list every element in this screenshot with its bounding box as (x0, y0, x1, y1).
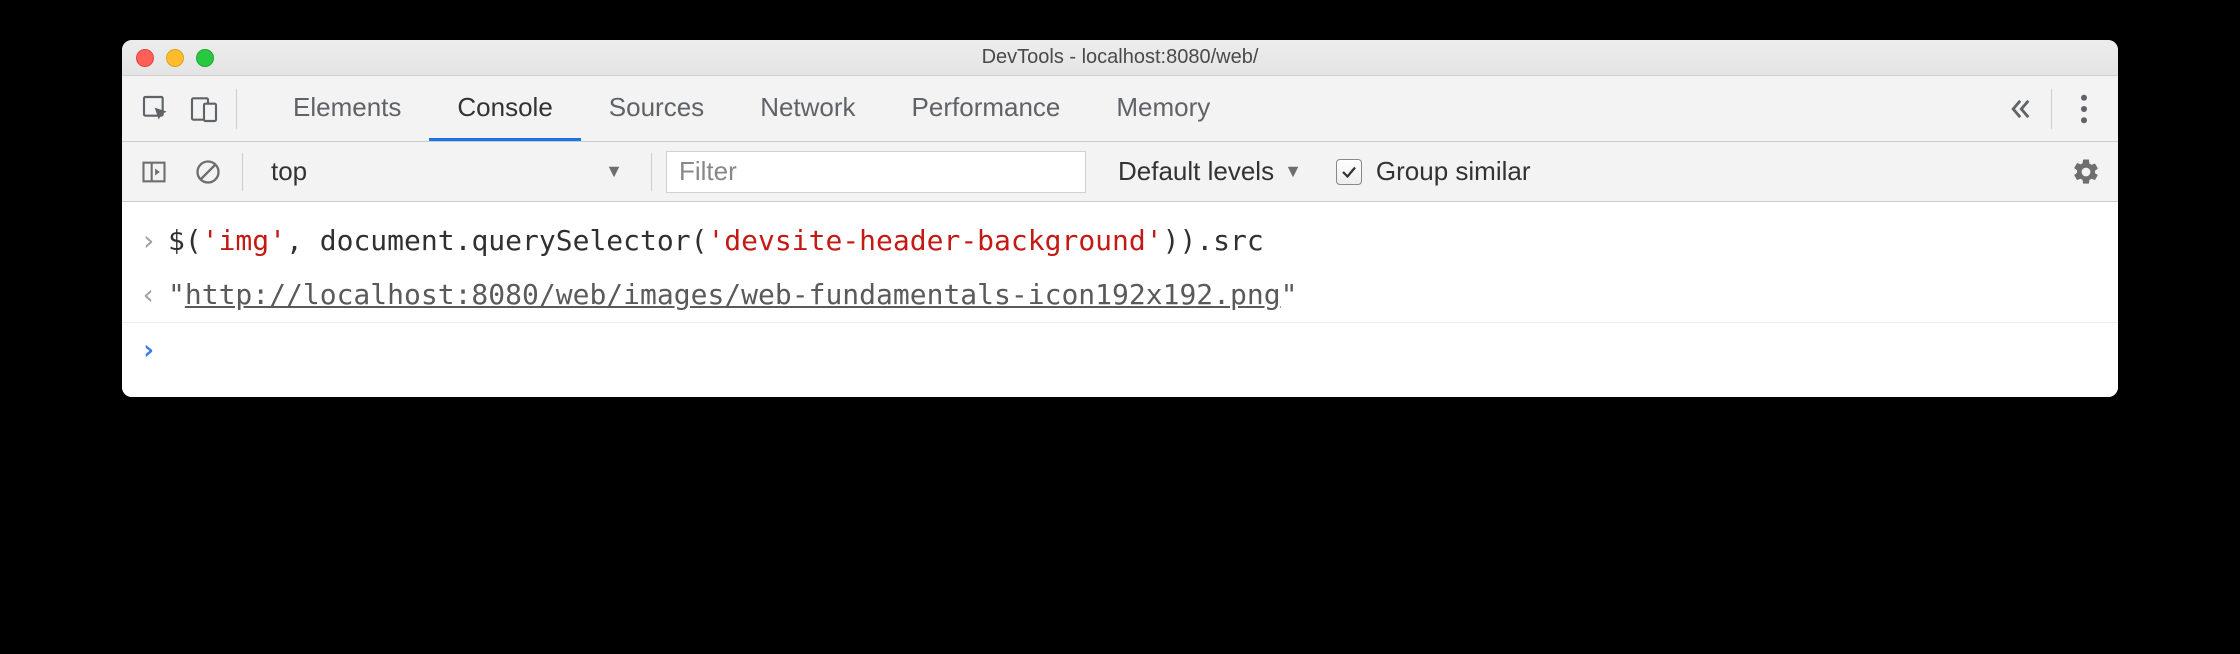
titlebar: DevTools - localhost:8080/web/ (122, 40, 2118, 76)
output-chevron-icon: ‹ (140, 274, 168, 316)
chevron-down-icon: ▼ (1284, 161, 1302, 182)
separator (651, 153, 652, 191)
separator (2051, 89, 2052, 129)
clear-console-icon[interactable] (188, 152, 228, 192)
toggle-sidebar-icon[interactable] (134, 152, 174, 192)
window-title: DevTools - localhost:8080/web/ (122, 46, 2118, 69)
input-chevron-icon: › (140, 220, 168, 262)
inspect-tools (132, 85, 265, 133)
group-similar-checkbox[interactable] (1336, 159, 1362, 185)
tab-memory[interactable]: Memory (1088, 76, 1238, 141)
maximize-window-button[interactable] (196, 49, 214, 67)
inspect-element-icon[interactable] (132, 85, 180, 133)
log-levels-selector[interactable]: Default levels ▼ (1100, 156, 1302, 187)
separator (242, 153, 243, 191)
panel-tab-bar: Elements Console Sources Network Perform… (122, 76, 2118, 142)
tab-performance[interactable]: Performance (884, 76, 1089, 141)
context-selector[interactable]: top ▼ (257, 152, 637, 192)
prompt-chevron-icon: › (140, 329, 168, 371)
tabs: Elements Console Sources Network Perform… (265, 76, 1238, 141)
console-input-code[interactable]: $('img', document.querySelector('devsite… (168, 220, 1264, 262)
tab-network[interactable]: Network (732, 76, 883, 141)
group-similar-label: Group similar (1376, 156, 1531, 187)
kebab-menu-icon[interactable] (2060, 94, 2108, 124)
console-toolbar: top ▼ Default levels ▼ Group similar (122, 142, 2118, 202)
context-label: top (271, 156, 307, 187)
output-url-link[interactable]: http://localhost:8080/web/images/web-fun… (185, 278, 1281, 311)
settings-gear-icon[interactable] (2066, 152, 2106, 192)
console-prompt-row[interactable]: › (122, 322, 2118, 377)
console-output-value: "http://localhost:8080/web/images/web-fu… (168, 274, 1297, 316)
chevron-down-icon: ▼ (605, 161, 623, 182)
device-toggle-icon[interactable] (180, 85, 228, 133)
tab-sources[interactable]: Sources (581, 76, 732, 141)
console-input-row: › $('img', document.querySelector('devsi… (122, 214, 2118, 268)
minimize-window-button[interactable] (166, 49, 184, 67)
levels-label: Default levels (1118, 156, 1274, 187)
filter-input[interactable] (666, 151, 1086, 193)
traffic-lights (122, 49, 214, 67)
console-body: › $('img', document.querySelector('devsi… (122, 202, 2118, 397)
more-tabs-button[interactable] (1995, 95, 2043, 123)
close-window-button[interactable] (136, 49, 154, 67)
separator (236, 89, 237, 129)
devtools-window: DevTools - localhost:8080/web/ Elements … (122, 40, 2118, 397)
tab-console[interactable]: Console (429, 76, 580, 141)
tab-elements[interactable]: Elements (265, 76, 429, 141)
console-output-row: ‹ "http://localhost:8080/web/images/web-… (122, 268, 2118, 322)
